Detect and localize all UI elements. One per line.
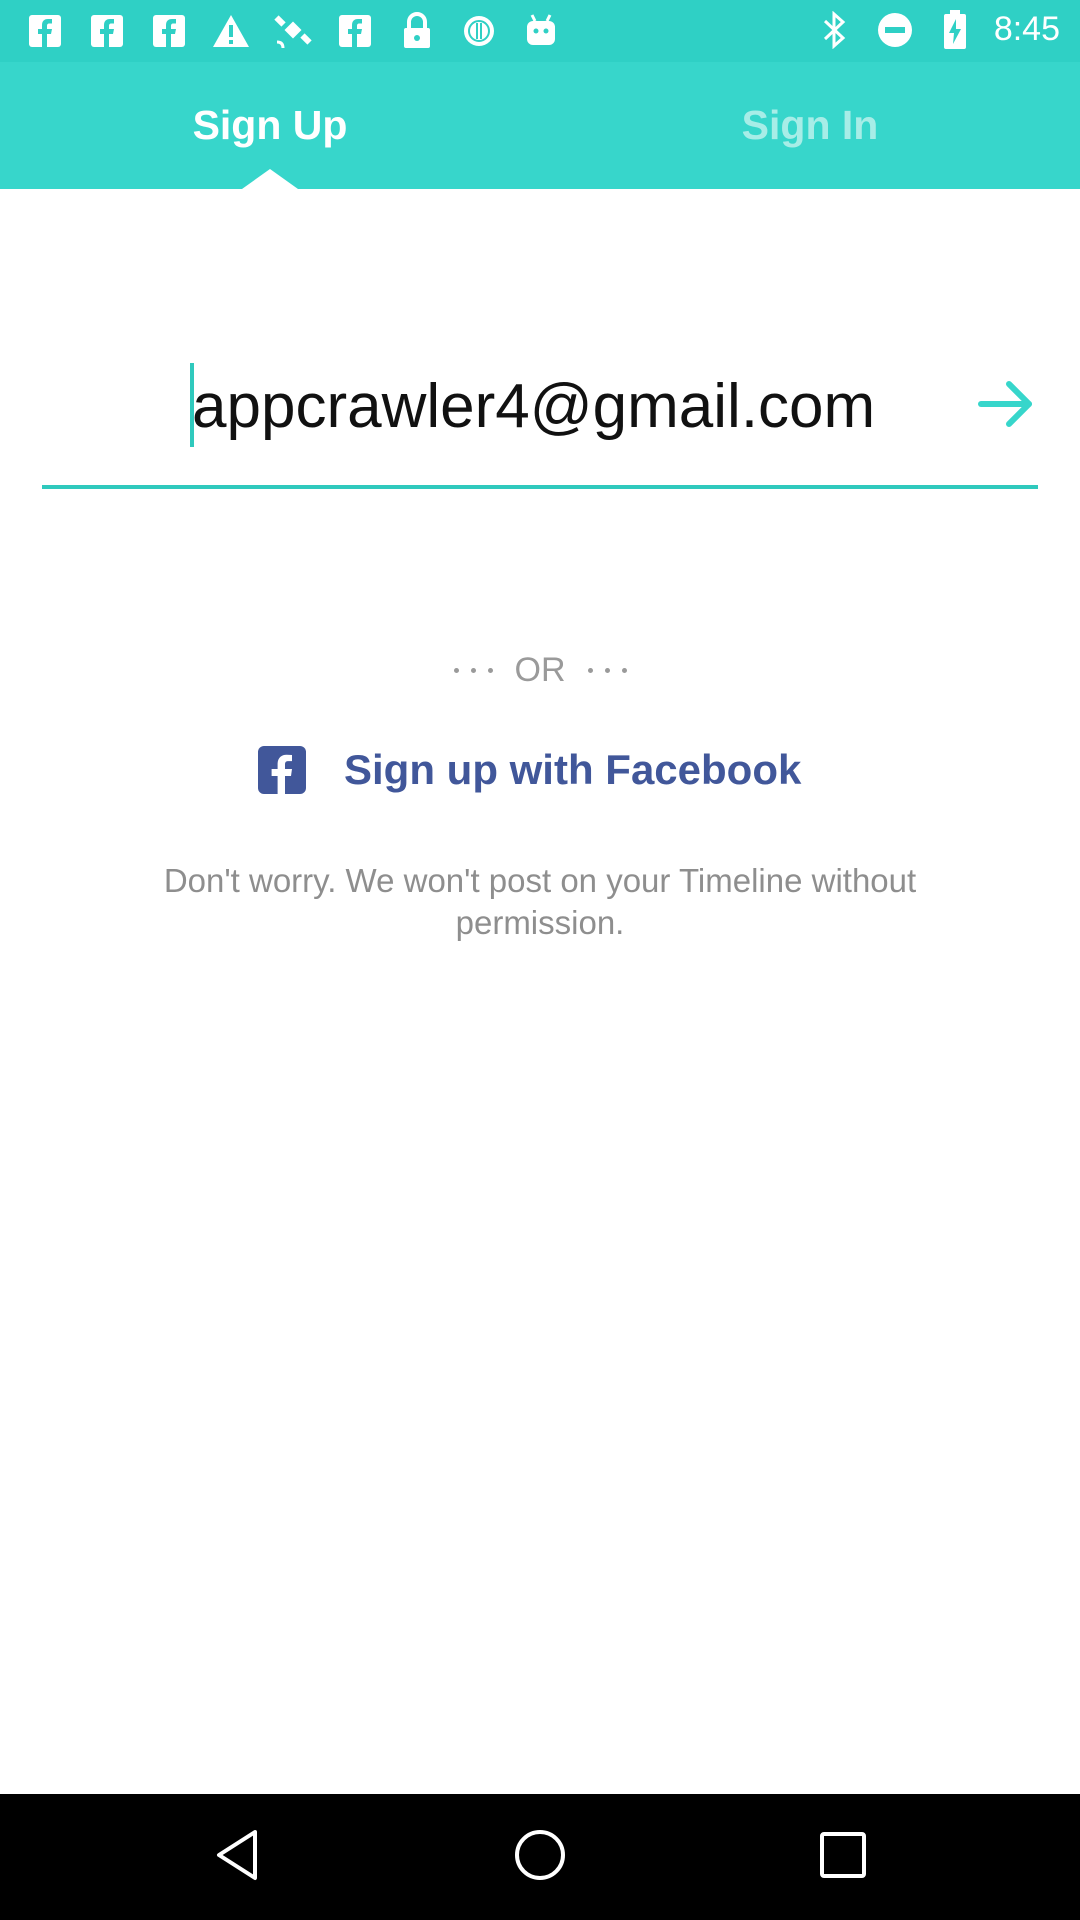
circle-icon — [458, 12, 500, 50]
separator-dots-left — [453, 667, 493, 673]
email-field[interactable]: appcrawler4@gmail.com — [42, 355, 1038, 489]
email-input[interactable]: appcrawler4@gmail.com — [192, 365, 952, 449]
status-bar: 8:45 — [0, 0, 1080, 62]
lock-icon — [396, 12, 438, 50]
facebook-disclaimer: Don't worry. We won't post on your Timel… — [163, 862, 917, 941]
status-time: 8:45 — [993, 10, 1060, 48]
or-label: OR — [514, 650, 566, 689]
system-navigation-bar — [0, 1794, 1080, 1920]
android-icon — [520, 12, 562, 50]
facebook-icon — [24, 12, 66, 50]
minus-circle-icon — [874, 11, 916, 49]
nav-home-button[interactable] — [477, 1794, 603, 1920]
facebook-signup-button[interactable]: Sign up with Facebook — [258, 740, 828, 800]
home-icon — [513, 1828, 567, 1887]
back-icon — [213, 1828, 261, 1887]
warning-icon — [210, 12, 252, 50]
tab-sign-in[interactable]: Sign In — [540, 62, 1080, 189]
arrow-right-icon — [977, 378, 1037, 435]
submit-email-button[interactable] — [976, 375, 1038, 437]
auth-tab-bar: Sign Up Sign In — [0, 62, 1080, 189]
satellite-icon — [272, 12, 314, 50]
facebook-signup-label: Sign up with Facebook — [344, 746, 802, 793]
facebook-icon — [334, 12, 376, 50]
status-notification-icons — [24, 12, 562, 50]
facebook-icon — [258, 746, 306, 794]
nav-recents-button[interactable] — [780, 1794, 906, 1920]
nav-back-button[interactable] — [174, 1794, 300, 1920]
battery-charging-icon — [934, 9, 976, 49]
separator-dots-right — [587, 667, 627, 673]
or-separator: OR — [0, 648, 1080, 692]
active-tab-indicator — [242, 169, 298, 189]
facebook-icon — [86, 12, 128, 50]
recents-icon — [819, 1831, 867, 1884]
bluetooth-icon — [814, 10, 856, 49]
facebook-icon — [148, 12, 190, 50]
status-system-icons: 8:45 — [814, 9, 1060, 49]
